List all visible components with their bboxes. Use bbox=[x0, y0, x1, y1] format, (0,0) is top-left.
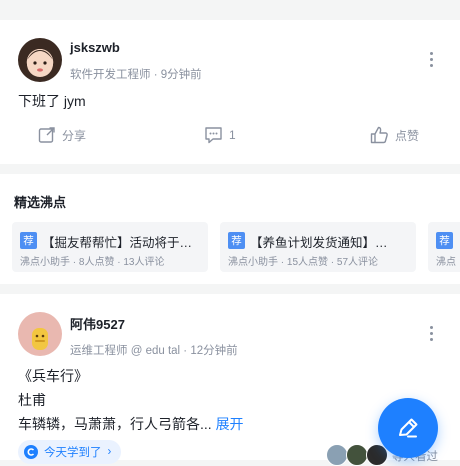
author-title: 软件开发工程师 bbox=[70, 69, 151, 81]
featured-likes: 8人点赞 bbox=[78, 257, 115, 268]
post-content[interactable]: 下班了 jym bbox=[18, 91, 86, 111]
post-line[interactable]: 《兵车行》 bbox=[18, 366, 88, 386]
expand-link[interactable]: 展开 bbox=[216, 416, 244, 432]
share-button[interactable]: 分享 bbox=[38, 125, 86, 145]
comment-count: 1 bbox=[229, 128, 236, 142]
post-line-text: 车辚辚，马萧萧，行人弓箭各... bbox=[18, 416, 212, 432]
author-meta: 软件开发工程师 · 9分钟前 bbox=[70, 69, 202, 81]
featured-title: 【养鱼计划发货通知】… bbox=[250, 236, 388, 250]
avatar[interactable] bbox=[18, 312, 62, 356]
featured-section: 精选沸点 荐 【掘友帮帮忙】活动将于… 沸点小助手 · 8人点赞 · 13人评论… bbox=[0, 174, 460, 284]
comment-button[interactable]: 1 bbox=[204, 125, 236, 145]
avatar[interactable] bbox=[18, 38, 62, 82]
topic-label: 今天学到了 bbox=[44, 447, 102, 459]
like-button[interactable]: 点赞 bbox=[370, 125, 419, 145]
chevron-right-icon: › bbox=[107, 446, 112, 458]
post-time: 9分钟前 bbox=[160, 69, 202, 81]
featured-meta: 沸点 bbox=[436, 253, 456, 268]
featured-author: 沸点小助手 bbox=[20, 257, 70, 268]
recommend-badge: 荐 bbox=[228, 232, 245, 249]
featured-author: 沸点 bbox=[436, 257, 456, 268]
featured-author: 沸点小助手 bbox=[228, 257, 278, 268]
like-label: 点赞 bbox=[395, 128, 420, 143]
username[interactable]: 阿伟9527 bbox=[70, 314, 125, 333]
compose-button[interactable] bbox=[378, 398, 438, 458]
post-card-1: jskszwb 软件开发工程师 · 9分钟前 下班了 jym 分享 1 点赞 bbox=[0, 20, 460, 164]
featured-title: 【掘友帮帮忙】活动将于… bbox=[42, 236, 193, 250]
username[interactable]: jskszwb bbox=[70, 40, 120, 55]
topic-tag[interactable]: 今天学到了 › bbox=[18, 440, 122, 464]
featured-card[interactable]: 荐 沸点 bbox=[428, 222, 460, 272]
like-icon bbox=[370, 126, 388, 144]
author-title: 运维工程师 @ edu tal bbox=[70, 345, 181, 357]
topic-icon bbox=[24, 445, 38, 459]
recommend-badge: 荐 bbox=[20, 232, 37, 249]
more-icon[interactable] bbox=[430, 52, 434, 68]
recommend-badge: 荐 bbox=[436, 232, 453, 249]
featured-comments: 57人评论 bbox=[336, 257, 379, 268]
author-meta: 运维工程师 @ edu tal · 12分钟前 bbox=[70, 345, 238, 357]
viewer-avatar bbox=[326, 444, 348, 466]
featured-meta: 沸点小助手 · 8人点赞 · 13人评论 bbox=[20, 257, 165, 268]
section-title: 精选沸点 bbox=[14, 195, 67, 210]
featured-card[interactable]: 荐 【养鱼计划发货通知】… 沸点小助手 · 15人点赞 · 57人评论 bbox=[220, 222, 416, 272]
viewer-avatar bbox=[346, 444, 368, 466]
featured-comments: 13人评论 bbox=[123, 257, 165, 268]
share-label: 分享 bbox=[62, 128, 87, 143]
more-icon[interactable] bbox=[430, 326, 434, 342]
post-line[interactable]: 车辚辚，马萧萧，行人弓箭各... 展开 bbox=[18, 414, 244, 434]
share-icon bbox=[38, 127, 55, 143]
featured-card[interactable]: 荐 【掘友帮帮忙】活动将于… 沸点小助手 · 8人点赞 · 13人评论 bbox=[12, 222, 208, 272]
featured-likes: 15人点赞 bbox=[286, 257, 329, 268]
comment-icon bbox=[205, 127, 222, 144]
post-line[interactable]: 杜甫 bbox=[18, 390, 46, 410]
post-time: 12分钟前 bbox=[190, 345, 238, 357]
edit-icon bbox=[399, 418, 418, 438]
featured-meta: 沸点小助手 · 15人点赞 · 57人评论 bbox=[228, 257, 379, 268]
